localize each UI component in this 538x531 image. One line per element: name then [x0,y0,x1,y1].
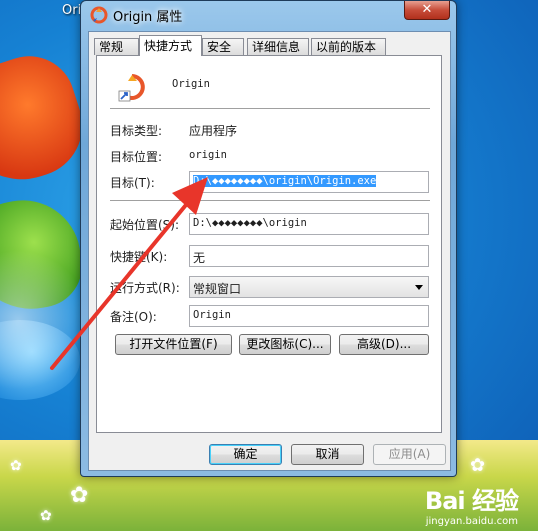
cancel-button[interactable]: 取消 [291,444,364,465]
flower-icon: ✿ [70,483,89,508]
light-glow [0,250,90,390]
tab-details[interactable]: 详细信息 [247,38,309,55]
flower-icon: ✿ [10,458,22,474]
window-title: Origin 属性 [113,10,183,25]
apply-button[interactable]: 应用(A) [373,444,446,465]
flower-icon: ✿ [470,455,486,476]
origin-shortcut-icon [118,74,145,102]
shortcut-tab-panel: Origin 目标类型: 应用程序 目标位置: origin 目标(T): D:… [96,55,442,433]
target-location-label: 目标位置: [110,150,163,164]
title-bar[interactable]: Origin 属性 ✕ [81,1,456,29]
target-input-text: D:\◆◆◆◆◆◆◆◆\origin\Origin.exe [193,175,377,187]
start-in-label: 起始位置(S): [110,218,180,232]
origin-app-icon [90,6,108,24]
change-icon-button[interactable]: 更改图标(C)... [239,334,331,355]
tab-previous-versions[interactable]: 以前的版本 [311,38,386,55]
desktop-icon-label[interactable]: Ori [62,3,81,18]
dialog-client-area: 常规 快捷方式 安全 详细信息 以前的版本 Origin 目标类型: 应用程序 … [88,31,451,471]
start-in-input[interactable]: D:\◆◆◆◆◆◆◆◆\origin [189,213,429,235]
run-select[interactable]: 常规窗口 [189,276,429,298]
open-file-location-button[interactable]: 打开文件位置(F) [115,334,232,355]
advanced-button[interactable]: 高级(D)... [339,334,429,355]
hotkey-input[interactable]: 无 [189,245,429,267]
watermark-url: jingyan.baidu.com [425,516,518,527]
divider [110,108,430,110]
run-select-value: 常规窗口 [193,282,242,296]
shortcut-name: Origin [172,78,210,90]
run-label: 运行方式(R): [110,281,180,295]
divider [110,200,430,202]
close-button[interactable]: ✕ [404,1,450,20]
chevron-down-icon [415,285,423,290]
watermark: Bai 经验 jingyan.baidu.com [424,481,519,527]
flower-icon: ✿ [40,508,52,524]
tab-security[interactable]: 安全 [202,38,244,55]
tab-shortcut[interactable]: 快捷方式 [139,35,202,56]
hotkey-label: 快捷键(K): [110,250,168,264]
target-input[interactable]: D:\◆◆◆◆◆◆◆◆\origin\Origin.exe [189,171,429,193]
comment-label: 备注(O): [110,310,157,324]
comment-input[interactable]: Origin [189,305,429,327]
ok-button[interactable]: 确定 [209,444,282,465]
properties-dialog[interactable]: Origin 属性 ✕ 常规 快捷方式 安全 详细信息 以前的版本 Origin… [80,0,457,477]
tab-general[interactable]: 常规 [94,38,139,55]
target-type-label: 目标类型: [110,124,163,138]
baidu-jingyan-logo: Bai 经验 [424,487,519,515]
target-location-value: origin [189,149,227,161]
target-type-value: 应用程序 [189,124,238,138]
target-label: 目标(T): [110,176,155,190]
